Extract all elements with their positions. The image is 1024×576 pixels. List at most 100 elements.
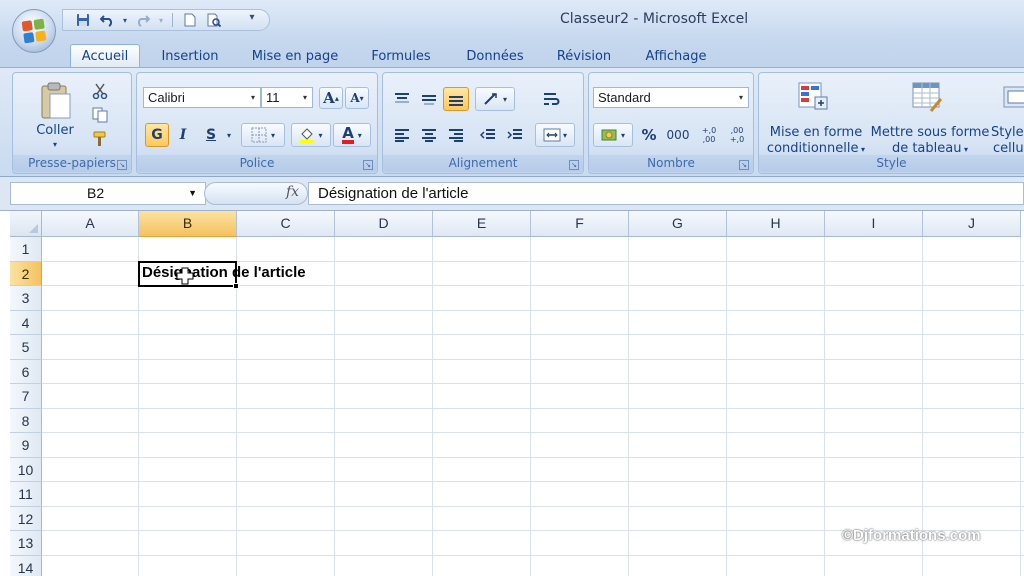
row-header-2[interactable]: 2 bbox=[10, 261, 42, 286]
column-header-b[interactable]: B bbox=[139, 211, 237, 237]
row-header-1[interactable]: 1 bbox=[10, 237, 42, 262]
column-gridline bbox=[334, 237, 335, 576]
column-header-e[interactable]: E bbox=[433, 211, 531, 237]
fill-color-button[interactable]: ▾ bbox=[291, 123, 331, 147]
redo-dropdown-icon[interactable]: ▾ bbox=[157, 11, 165, 29]
tab-formules[interactable]: Formules bbox=[362, 44, 440, 68]
paste-dropdown-icon[interactable]: ▾ bbox=[25, 137, 85, 153]
tab-accueil[interactable]: Accueil bbox=[70, 44, 140, 68]
row-header-7[interactable]: 7 bbox=[10, 384, 42, 409]
row-header-3[interactable]: 3 bbox=[10, 286, 42, 311]
column-header-i[interactable]: I bbox=[825, 211, 923, 237]
row-header-4[interactable]: 4 bbox=[10, 310, 42, 335]
tab-mise-en-page[interactable]: Mise en page bbox=[242, 44, 348, 68]
row-header-9[interactable]: 9 bbox=[10, 433, 42, 458]
row-header-11[interactable]: 11 bbox=[10, 482, 42, 507]
select-all-button[interactable] bbox=[10, 211, 42, 237]
column-header-c[interactable]: C bbox=[237, 211, 335, 237]
row-gridline bbox=[42, 334, 1024, 335]
tab-donnees[interactable]: Données bbox=[456, 44, 534, 68]
align-left-button[interactable] bbox=[389, 123, 415, 147]
undo-dropdown-icon[interactable]: ▾ bbox=[121, 11, 129, 29]
column-header-j[interactable]: J bbox=[923, 211, 1021, 237]
cell-styles-icon[interactable] bbox=[1001, 79, 1024, 115]
tab-revision[interactable]: Révision bbox=[548, 44, 620, 68]
name-box[interactable]: B2 ▼ bbox=[10, 182, 206, 205]
borders-button[interactable]: ▾ bbox=[241, 123, 285, 147]
paste-icon[interactable] bbox=[35, 81, 75, 121]
align-bottom-button[interactable] bbox=[443, 87, 469, 111]
font-name-dropdown-icon[interactable]: ▾ bbox=[246, 88, 260, 107]
redo-icon[interactable] bbox=[133, 11, 153, 29]
insert-function-icon[interactable]: fx bbox=[286, 184, 299, 200]
orientation-button[interactable]: ▾ bbox=[475, 87, 515, 111]
column-header-a[interactable]: A bbox=[42, 211, 139, 237]
style-group: Mise en forme conditionnelle ▾ Mettre so… bbox=[758, 72, 1024, 174]
name-box-dropdown-icon[interactable]: ▼ bbox=[188, 183, 197, 204]
underline-dropdown-icon[interactable]: ▾ bbox=[223, 123, 235, 147]
column-gridline bbox=[726, 237, 727, 576]
thousands-button[interactable]: 000 bbox=[663, 123, 693, 147]
shrink-font-button[interactable]: A ▾ bbox=[345, 87, 369, 109]
row-header-14[interactable]: 14 bbox=[10, 555, 42, 576]
underline-button[interactable]: S bbox=[199, 123, 223, 147]
undo-icon[interactable] bbox=[97, 11, 117, 29]
row-header-10[interactable]: 10 bbox=[10, 457, 42, 482]
font-size-combo[interactable]: 11 ▾ bbox=[261, 87, 313, 108]
decrease-indent-button[interactable] bbox=[475, 123, 501, 147]
wrap-text-button[interactable] bbox=[539, 87, 565, 111]
align-middle-button[interactable] bbox=[416, 87, 442, 111]
alignment-launcher-icon[interactable]: ↘ bbox=[569, 160, 579, 170]
row-header-13[interactable]: 13 bbox=[10, 531, 42, 556]
worksheet-grid[interactable]: ABCDEFGHIJ 1 2 3 4 5 6 7 8 9 10 11 12 13 14 Désignati… bbox=[0, 211, 1024, 576]
format-as-table-icon[interactable] bbox=[909, 79, 945, 115]
conditional-formatting-icon[interactable] bbox=[795, 79, 831, 115]
column-header-d[interactable]: D bbox=[335, 211, 433, 237]
format-as-table-line1[interactable]: Mettre sous forme bbox=[869, 125, 991, 141]
save-icon[interactable] bbox=[73, 11, 93, 29]
font-color-button[interactable]: A ▾ bbox=[333, 123, 371, 147]
clipboard-launcher-icon[interactable]: ↘ bbox=[117, 160, 127, 170]
tab-affichage[interactable]: Affichage bbox=[634, 44, 718, 68]
row-header-12[interactable]: 12 bbox=[10, 506, 42, 531]
merge-center-button[interactable]: ▾ bbox=[535, 123, 575, 147]
column-header-h[interactable]: H bbox=[727, 211, 825, 237]
formula-input[interactable]: Désignation de l'article bbox=[308, 182, 1024, 205]
increase-decimal-button[interactable]: +,0 ,00 bbox=[695, 123, 723, 147]
currency-format-button[interactable]: ▾ bbox=[593, 123, 633, 147]
customize-icon[interactable]: ▾ bbox=[246, 12, 258, 23]
number-format-dropdown-icon[interactable]: ▾ bbox=[734, 88, 748, 107]
column-header-g[interactable]: G bbox=[629, 211, 727, 237]
grow-font-button[interactable]: A ▴ bbox=[319, 87, 343, 109]
print-preview-icon[interactable] bbox=[204, 11, 224, 29]
row-gridline bbox=[42, 309, 1024, 311]
font-size-dropdown-icon[interactable]: ▾ bbox=[298, 88, 312, 107]
font-launcher-icon[interactable]: ↘ bbox=[363, 160, 373, 170]
office-button[interactable] bbox=[12, 9, 56, 53]
column-header-f[interactable]: F bbox=[531, 211, 629, 237]
tab-insertion[interactable]: Insertion bbox=[150, 44, 230, 68]
number-format-combo[interactable]: Standard ▾ bbox=[593, 87, 749, 108]
increase-indent-button[interactable] bbox=[502, 123, 528, 147]
font-name-combo[interactable]: Calibri ▾ bbox=[143, 87, 261, 108]
cell-styles-line1[interactable]: Styles de bbox=[991, 125, 1024, 141]
new-document-icon[interactable] bbox=[180, 11, 200, 29]
align-left-icon bbox=[395, 129, 409, 142]
align-right-button[interactable] bbox=[443, 123, 469, 147]
number-launcher-icon[interactable]: ↘ bbox=[739, 160, 749, 170]
name-box-value: B2 bbox=[87, 185, 105, 201]
copy-icon[interactable] bbox=[89, 105, 111, 125]
conditional-formatting-line1[interactable]: Mise en forme bbox=[761, 125, 871, 141]
decrease-decimal-button[interactable]: ,00 +,0 bbox=[723, 123, 751, 147]
fill-handle[interactable] bbox=[233, 283, 239, 289]
format-painter-icon[interactable] bbox=[89, 129, 111, 149]
align-center-button[interactable] bbox=[416, 123, 442, 147]
row-header-6[interactable]: 6 bbox=[10, 359, 42, 384]
row-header-8[interactable]: 8 bbox=[10, 408, 42, 433]
bold-button[interactable]: G bbox=[145, 123, 169, 147]
italic-button[interactable]: I bbox=[171, 123, 195, 147]
align-top-button[interactable] bbox=[389, 87, 415, 111]
row-header-5[interactable]: 5 bbox=[10, 335, 42, 360]
cut-icon[interactable] bbox=[89, 81, 111, 101]
percent-button[interactable]: % bbox=[637, 123, 661, 147]
